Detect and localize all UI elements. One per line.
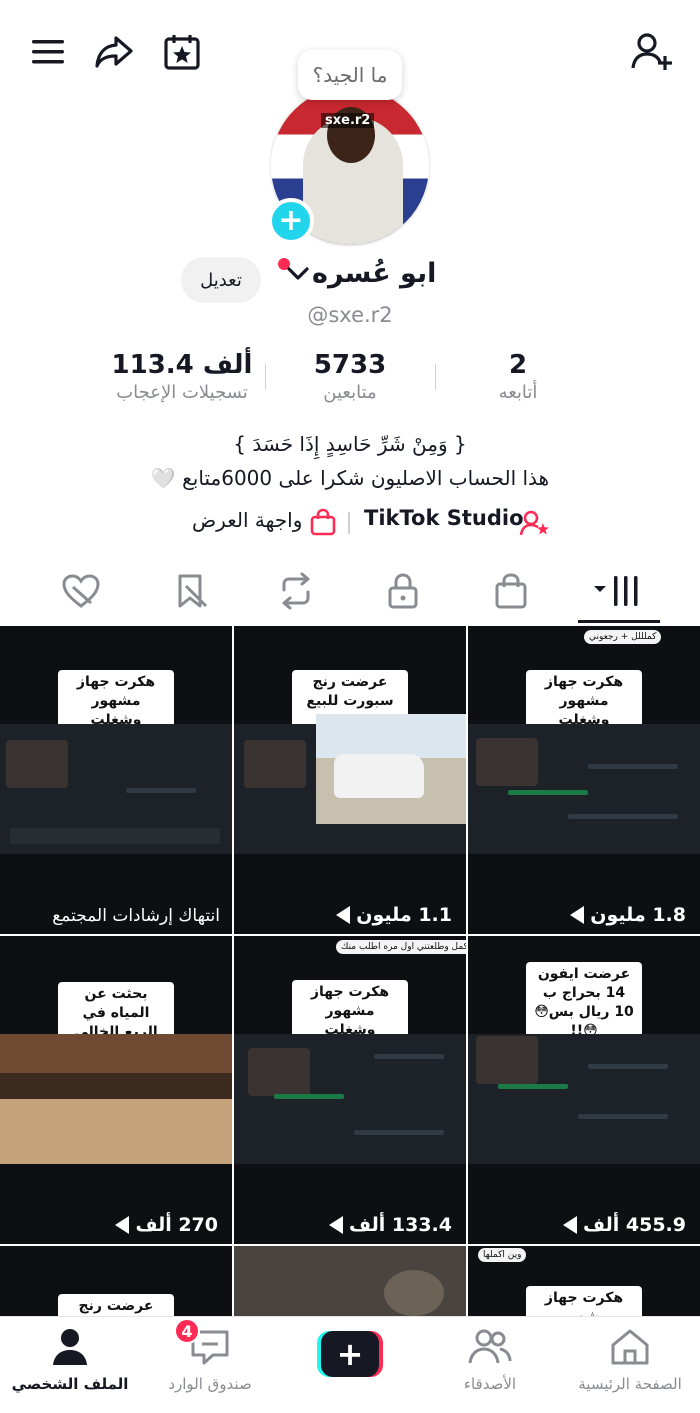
followers-stat[interactable]: 5733 متابعين: [290, 350, 410, 403]
video-scene: [0, 1034, 232, 1164]
video-thumbnail[interactable]: بحثت عن المياه في الربع الخالي بحفره حجم…: [0, 936, 232, 1244]
view-count: 133.4 ألف: [329, 1214, 452, 1236]
add-friend-icon[interactable]: [630, 30, 674, 74]
view-count-text: 133.4 ألف: [349, 1214, 452, 1236]
bio-line-2: هذا الحساب الاصليون شكرا على 6000متابع 🤍: [150, 466, 550, 490]
video-caption: عرضت ايفون 14 بحراج ب 10 ريال بس😳😳!!: [526, 962, 642, 1044]
shopping-bag-icon: [494, 572, 528, 614]
share-icon[interactable]: [92, 30, 136, 74]
view-count: 270 ألف: [115, 1214, 218, 1236]
divider: [435, 364, 436, 390]
lock-icon: [386, 572, 420, 614]
play-icon: [115, 1216, 130, 1234]
play-icon: [336, 906, 351, 924]
likes-stat[interactable]: 113.4 ألف تسجيلات الإعجاب: [92, 350, 272, 403]
grid-icon: [592, 572, 642, 614]
following-label: أتابعه: [498, 382, 538, 403]
tab-videos[interactable]: [592, 568, 642, 618]
bio-line-1: { وَمِنْ شَرِّ حَاسِدٍ إِذَا حَسَدَ }: [233, 432, 467, 456]
inbox-icon: [145, 1327, 275, 1371]
tiktok-studio-link[interactable]: TikTok Studio: [364, 506, 524, 530]
divider: [348, 512, 350, 534]
nav-profile[interactable]: الملف الشخصي: [5, 1327, 135, 1393]
video-thumbnail[interactable]: عرضت رنج سبورت للبيع ب 10ريال بس😳😳 1.1 م…: [234, 626, 466, 934]
play-icon: [563, 1216, 577, 1234]
video-thumbnail[interactable]: كمل وطلعتني اول مره اطلب منك هكرت جهاز م…: [234, 936, 466, 1244]
nav-inbox-label: صندوق الوارد: [168, 1375, 252, 1393]
play-icon: [329, 1216, 343, 1234]
video-caption: هكرت جهاز مشهور وشغلت: [526, 1286, 642, 1316]
edit-profile-button[interactable]: تعديل: [181, 257, 261, 303]
view-count: 1.8 مليون: [570, 904, 686, 926]
avatar-tag: sxe.r2: [321, 113, 375, 128]
followers-label: متابعين: [323, 382, 377, 403]
display-name[interactable]: ابو عُسره: [312, 258, 436, 289]
video-thumbnail[interactable]: عرضت رنج روفر بحراج: [0, 1246, 232, 1316]
video-scene: [0, 724, 232, 854]
following-stat[interactable]: 2 أتابعه: [468, 350, 568, 403]
tab-liked[interactable]: [56, 568, 106, 618]
nav-home-label: الصفحة الرئيسية: [578, 1375, 682, 1393]
video-thumbnail[interactable]: كملللل + رجعوني هكرت جهاز مشهور وشغلت كا…: [468, 626, 700, 934]
nav-friends[interactable]: الأصدقاء: [425, 1327, 555, 1393]
tab-reposts[interactable]: [271, 568, 321, 618]
studio-icon: [519, 510, 550, 540]
comment-reply-bubble: وين اكملها: [478, 1248, 527, 1262]
video-thumbnail[interactable]: عرضت ايفون 14 بحراج ب 10 ريال بس😳😳!! 455…: [468, 936, 700, 1244]
username-handle: @sxe.r2: [307, 303, 393, 327]
following-count: 2: [508, 350, 528, 380]
tooltip-text: ما الجيد؟: [312, 63, 388, 87]
plus-icon: +: [321, 1331, 379, 1377]
play-icon: [570, 906, 585, 924]
view-count: 455.9 ألف: [563, 1214, 686, 1236]
friends-icon: [425, 1327, 555, 1371]
video-thumbnail[interactable]: [234, 1246, 466, 1316]
comment-reply-bubble: كمل وطلعتني اول مره اطلب منك: [336, 940, 466, 954]
video-thumbnail[interactable]: هكرت جهاز مشهور وشغلت كاميرات بيتهم😳!! ا…: [0, 626, 232, 934]
bottom-navigation: الصفحة الرئيسية الأصدقاء + صندوق الوارد …: [0, 1316, 700, 1413]
view-count-text: 455.9 ألف: [583, 1214, 686, 1236]
showcase-link[interactable]: واجهة العرض: [192, 508, 302, 532]
chevron-down-icon[interactable]: [286, 266, 310, 286]
repost-icon: [277, 572, 315, 614]
likes-label: تسجيلات الإعجاب: [116, 382, 248, 403]
tab-favorites[interactable]: [166, 568, 216, 618]
heart-hidden-icon: [61, 573, 101, 613]
nav-friends-label: الأصدقاء: [463, 1375, 517, 1393]
followers-count: 5733: [313, 350, 387, 380]
content-tabs: [0, 562, 700, 624]
shop-bag-icon: [310, 508, 336, 540]
community-guidelines-notice: انتهاك إرشادات المجتمع: [52, 906, 220, 926]
menu-icon[interactable]: [26, 30, 70, 74]
video-grid: كملللل + رجعوني هكرت جهاز مشهور وشغلت كا…: [0, 626, 700, 1316]
nav-home[interactable]: الصفحة الرئيسية: [565, 1327, 695, 1393]
create-button[interactable]: +: [317, 1331, 383, 1377]
calendar-star-icon[interactable]: [160, 30, 204, 74]
likes-count: 113.4 ألف: [111, 350, 253, 380]
view-count-text: 1.1 مليون: [356, 904, 452, 926]
video-scene: [468, 1034, 700, 1164]
home-icon: [565, 1327, 695, 1371]
view-count-text: 1.8 مليون: [590, 904, 686, 926]
view-count: 1.1 مليون: [336, 904, 452, 926]
nav-inbox[interactable]: صندوق الوارد: [145, 1327, 275, 1393]
tab-private[interactable]: [378, 568, 428, 618]
view-count-text: 270 ألف: [135, 1214, 218, 1236]
video-scene: [234, 714, 466, 854]
video-scene: [234, 1034, 466, 1164]
comment-reply-bubble: كملللل + رجعوني: [584, 630, 662, 644]
whats-good-tooltip[interactable]: ما الجيد؟: [298, 50, 402, 100]
video-thumbnail[interactable]: هكرت جهاز مشهور وشغلت وين اكملها: [468, 1246, 700, 1316]
tab-shop[interactable]: [486, 568, 536, 618]
inbox-badge: 4: [174, 1318, 200, 1344]
bookmark-hidden-icon: [172, 572, 210, 614]
active-tab-indicator: [578, 620, 660, 623]
divider: [265, 364, 266, 390]
add-story-button[interactable]: +: [268, 198, 314, 244]
nav-profile-label: الملف الشخصي: [11, 1375, 129, 1393]
video-caption: عرضت رنج روفر بحراج: [58, 1294, 174, 1316]
video-scene: [468, 724, 700, 854]
profile-icon: [5, 1327, 135, 1371]
